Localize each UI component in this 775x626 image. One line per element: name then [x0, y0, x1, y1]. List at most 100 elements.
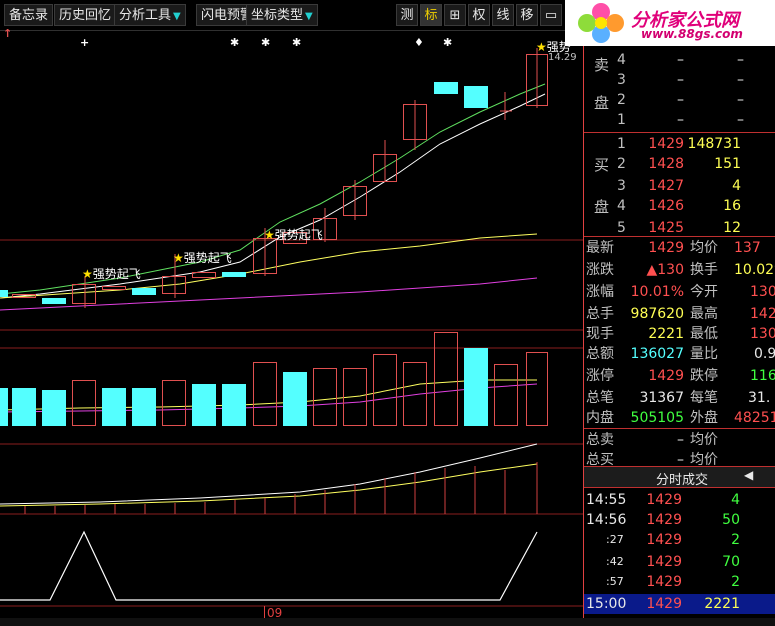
weight-button[interactable]: 权 [468, 4, 490, 26]
ticks-expand-icon[interactable]: ◀ [744, 468, 753, 482]
buy-level-1: 1 1429 148731 [617, 136, 741, 152]
history-button[interactable]: 历史回忆 [54, 4, 117, 26]
candle [0, 290, 8, 297]
candle [42, 298, 66, 304]
kline-chart[interactable]: ★强势起飞 ★强势起飞 ★强势起飞 ★强势 14.29 + ✱ ✱ ✱ ♦ ✱ … [0, 27, 583, 626]
dropdown-arrow-icon: ▼ [173, 11, 181, 22]
candle [192, 272, 216, 278]
star-small-icon: ✱ [230, 36, 240, 49]
indicator-type-button[interactable]: 坐标类型 ▼ [246, 4, 318, 26]
volume-bar [12, 388, 36, 426]
signal-label: 强势起飞 [92, 267, 141, 281]
quote-row-limit: 涨停 1429 跌停 116 [586, 368, 775, 384]
window-icon[interactable]: ▭ [540, 4, 562, 26]
ticks-title: 分时成交 [656, 473, 709, 488]
bottom-tab-bar[interactable] [0, 618, 775, 626]
quote-row-trades: 总笔 31367 每笔 31. [586, 390, 771, 406]
candle [373, 154, 397, 182]
volume-bar [343, 368, 367, 426]
tick-row: :57 1429 2 [606, 574, 740, 590]
cursor-icon: ↑ [3, 27, 13, 40]
analysis-tools-label: 分析工具 [119, 8, 172, 23]
candle [526, 54, 548, 106]
volume-bar [434, 332, 458, 426]
crosshair-button[interactable]: ⊞ [444, 4, 466, 26]
volume-bar [0, 388, 8, 426]
volume-bar [102, 388, 126, 426]
ticks-tab-header[interactable]: 分时成交 ◀ [584, 466, 775, 488]
candle [253, 238, 277, 274]
candle [434, 82, 458, 94]
candle [12, 294, 36, 298]
signal-marker: ★强势起飞 [82, 265, 141, 282]
top-price-label: 14.29 [548, 52, 577, 63]
logo-url: www.88gs.com [641, 27, 743, 41]
volume-bar [42, 390, 66, 426]
memo-button[interactable]: 备忘录 [4, 4, 54, 26]
quote-row-inner-outer: 内盘 505105 外盘 48251 [586, 410, 775, 426]
star-small-icon: ✱ [292, 36, 302, 49]
candle [162, 276, 186, 294]
plus-icon: + [80, 36, 90, 49]
divider [584, 428, 775, 429]
signal-marker: ★强势起飞 [173, 249, 232, 266]
tick-row: :42 1429 70 [606, 554, 740, 570]
candle [343, 186, 367, 216]
diamond-icon: ♦ [414, 36, 424, 49]
sell-level-1: 1– – [617, 112, 744, 128]
star-icon: ★ [264, 228, 275, 242]
indicator-type-label: 坐标类型 [251, 8, 304, 23]
dropdown-arrow-icon: ▼ [305, 11, 313, 22]
buy-level-3: 3 1427 4 [617, 178, 741, 194]
move-button[interactable]: 移 [516, 4, 538, 26]
quote-row-amount: 总额 136027 量比 0.9 [586, 346, 775, 362]
volume-bar [222, 384, 246, 426]
volume-bar [283, 372, 307, 426]
star-small-icon: ✱ [443, 36, 453, 49]
candle [72, 284, 96, 304]
volume-bar [253, 362, 277, 426]
volume-bar [403, 362, 427, 426]
mark-tool-button[interactable]: 标 [420, 4, 442, 26]
candle [222, 272, 246, 277]
volume-bar [72, 380, 96, 426]
volume-bar [162, 380, 186, 426]
analysis-tools-button[interactable]: 分析工具 ▼ [114, 4, 186, 26]
volume-bar [526, 352, 548, 426]
memo-label: 备忘录 [9, 8, 49, 23]
tick-row: 14:56 1429 50 [586, 512, 740, 528]
buy-level-4: 4 1426 16 [617, 198, 741, 214]
volume-bar [192, 384, 216, 426]
chart-canvas [0, 48, 583, 607]
tick-row-selected[interactable]: 15:00 1429 2221 [584, 594, 775, 614]
measure-tool-button[interactable]: 测 [396, 4, 418, 26]
sell-level-2: 2– – [617, 92, 744, 108]
sell-level-4: 4– – [617, 52, 744, 68]
candle [132, 288, 156, 295]
signal-marker: ★强势起飞 [264, 226, 323, 243]
buy-level-5: 5 1425 12 [617, 220, 741, 236]
quote-row-total-sell: 总卖 – 均价 [586, 432, 718, 448]
toolbar: 备忘录 历史回忆 分析工具 ▼ 闪电预警 坐标类型 ▼ 测 标 ⊞ 权 线 移 ▭ [0, 0, 583, 31]
volume-bar [464, 348, 488, 426]
star-small-icon: ✱ [261, 36, 271, 49]
history-label: 历史回忆 [59, 8, 112, 23]
star-icon: ★ [173, 251, 184, 265]
site-logo: 分析家公式网 www.88gs.com [565, 0, 775, 46]
volume-bar [313, 368, 337, 426]
divider [584, 132, 775, 133]
star-icon: ★ [536, 40, 547, 54]
candle [102, 286, 126, 290]
signal-label: 强势起飞 [183, 251, 232, 265]
signal-label: 强势起飞 [274, 228, 323, 242]
quote-row-cur-vol: 现手 2221 最低 130 [586, 326, 775, 342]
tick-row: 14:55 1429 4 [586, 492, 740, 508]
sell-level-3: 3– – [617, 72, 744, 88]
volume-bar [132, 388, 156, 426]
volume-bar [373, 354, 397, 426]
quote-row-change: 涨跌▲130换手10.02% [586, 262, 775, 278]
buy-level-2: 2 1428 151 [617, 156, 741, 172]
line-button[interactable]: 线 [492, 4, 514, 26]
candle [464, 86, 488, 108]
quote-panel: 卖 盘 4– – 3– – 2– – 1– – 买 盘 1 1429 148731 2 142… [583, 46, 775, 626]
